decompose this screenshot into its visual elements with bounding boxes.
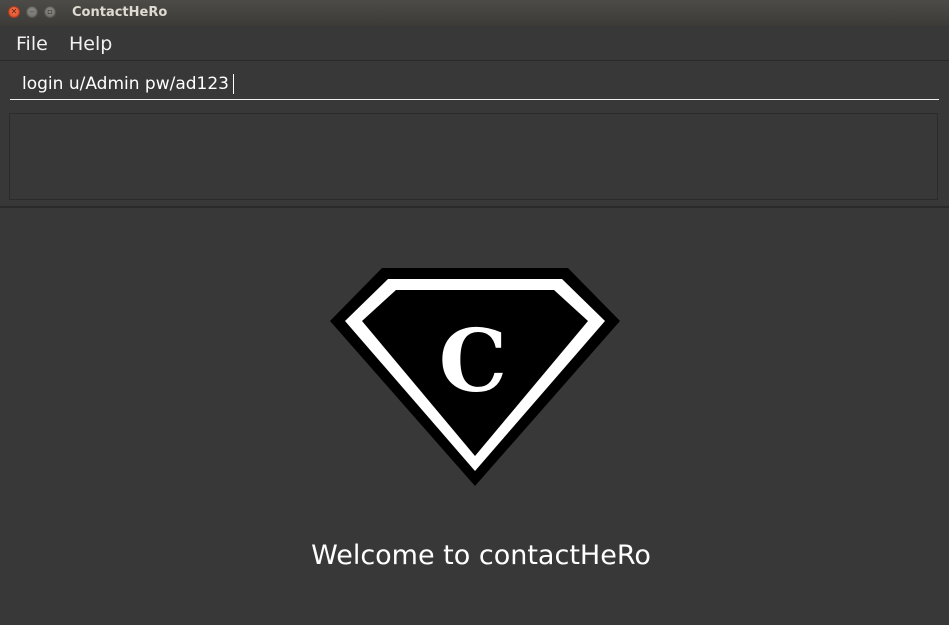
maximize-icon[interactable]: ▫ xyxy=(44,6,56,18)
menu-help[interactable]: Help xyxy=(69,33,112,55)
superhero-emblem-icon: C xyxy=(330,268,620,486)
welcome-panel: C Welcome to contactHeRo xyxy=(0,208,949,625)
window-title: ContactHeRo xyxy=(72,5,168,20)
command-box-container xyxy=(0,61,949,107)
title-bar[interactable]: ✕ – ▫ ContactHeRo xyxy=(0,0,949,26)
result-display[interactable] xyxy=(9,113,938,200)
logo-letter: C xyxy=(439,311,507,412)
minimize-icon[interactable]: – xyxy=(26,6,38,18)
app-window: ✕ – ▫ ContactHeRo File Help C Welcome to… xyxy=(0,0,949,625)
text-caret xyxy=(233,74,234,94)
command-input[interactable] xyxy=(10,69,939,100)
menu-bar: File Help xyxy=(0,26,949,61)
close-icon[interactable]: ✕ xyxy=(8,6,20,18)
menu-file[interactable]: File xyxy=(16,33,48,55)
welcome-message: Welcome to contactHeRo xyxy=(311,540,651,571)
